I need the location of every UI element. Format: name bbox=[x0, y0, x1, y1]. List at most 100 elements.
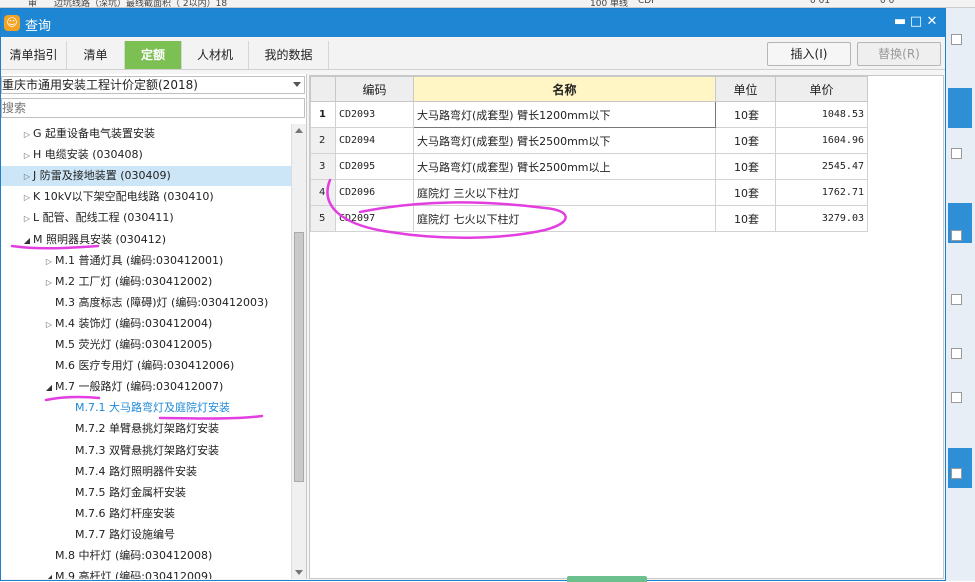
tree-node[interactable]: ▷ M.2 工厂灯 (编码:030412002) bbox=[43, 272, 212, 292]
quota-library-select[interactable]: 重庆市通用安装工程计价定额(2018) bbox=[1, 76, 305, 94]
unit-cell[interactable]: 10套 bbox=[715, 153, 776, 180]
collapsed-arrow-icon[interactable]: ▷ bbox=[43, 273, 55, 293]
tab-labor-material-machine[interactable]: 人材机 bbox=[182, 41, 249, 69]
collapsed-arrow-icon[interactable]: ▷ bbox=[21, 167, 33, 187]
insert-button[interactable]: 插入(I) bbox=[767, 42, 851, 66]
name-cell[interactable]: 大马路弯灯(成套型) 臂长1200mm以下 bbox=[413, 101, 716, 128]
tree-node-label: K 10kV以下架空配电线路 (030410) bbox=[33, 190, 214, 204]
unit-cell[interactable]: 10套 bbox=[715, 205, 776, 232]
column-header-price[interactable]: 单价 bbox=[775, 76, 868, 102]
tree-node[interactable]: M.7.2 单臂悬挑灯架路灯安装 bbox=[63, 419, 219, 439]
row-number[interactable]: 2 bbox=[310, 127, 336, 154]
row-number[interactable]: 5 bbox=[310, 205, 336, 232]
tree-node-label: M 照明器具安装 (030412) bbox=[33, 232, 167, 246]
replace-button[interactable]: 替换(R) bbox=[857, 42, 941, 66]
tree-node-label: M.8 中杆灯 (编码:030412008) bbox=[55, 549, 213, 562]
price-cell[interactable]: 1762.71 bbox=[775, 179, 868, 206]
name-cell[interactable]: 庭院灯 三火以下柱灯 bbox=[413, 179, 716, 206]
tree-node[interactable]: ◢ M.7 一般路灯 (编码:030412007) bbox=[43, 377, 223, 397]
tab-quota[interactable]: 定额 bbox=[125, 41, 182, 69]
tab-my-data[interactable]: 我的数据 bbox=[249, 41, 329, 69]
expanded-arrow-icon[interactable]: ◢ bbox=[43, 568, 55, 579]
tree-node[interactable]: ▷ M.1 普通灯具 (编码:030412001) bbox=[43, 251, 223, 271]
tree-node-label: M.5 荧光灯 (编码:030412005) bbox=[55, 338, 213, 351]
tab-list[interactable]: 清单 bbox=[67, 41, 125, 69]
tree-node[interactable]: ▷ J 防雷及接地装置 (030409) bbox=[1, 166, 291, 187]
tree-node[interactable]: M.8 中杆灯 (编码:030412008) bbox=[43, 546, 212, 566]
unit-cell[interactable]: 10套 bbox=[715, 101, 776, 128]
tree-node[interactable]: M.6 医疗专用灯 (编码:030412006) bbox=[43, 356, 234, 376]
tree-node[interactable]: ▷ L 配管、配线工程 (030411) bbox=[21, 208, 174, 228]
column-header-code[interactable]: 编码 bbox=[335, 76, 414, 102]
collapsed-arrow-icon[interactable]: ▷ bbox=[21, 188, 33, 208]
tree-node[interactable]: M.5 荧光灯 (编码:030412005) bbox=[43, 335, 212, 355]
tree-node[interactable]: M.7.6 路灯杆座安装 bbox=[63, 504, 175, 524]
collapsed-arrow-icon[interactable]: ▷ bbox=[21, 146, 33, 166]
tree-node-label: M.7.5 路灯金属杆安装 bbox=[75, 485, 186, 499]
tree-node[interactable]: ◢ M.9 高杆灯 (编码:030412009) bbox=[43, 567, 212, 579]
row-number[interactable]: 4 bbox=[310, 179, 336, 206]
scrollbar-thumb[interactable] bbox=[294, 232, 304, 482]
table-header-row: 编码 名称 单位 单价 bbox=[310, 76, 868, 102]
name-cell[interactable]: 庭院灯 七火以下柱灯 bbox=[413, 205, 716, 232]
code-cell[interactable]: CD2094 bbox=[335, 127, 414, 154]
splitter-handle[interactable] bbox=[567, 576, 647, 582]
tree-node[interactable]: M.3 高度标志 (障碍)灯 (编码:030412003) bbox=[43, 293, 268, 313]
tree-node[interactable]: ▷ K 10kV以下架空配电线路 (030410) bbox=[21, 187, 214, 207]
row-number[interactable]: 1 bbox=[310, 101, 336, 128]
price-cell[interactable]: 1048.53 bbox=[775, 101, 868, 128]
tree-node[interactable]: M.7.4 路灯照明器件安装 bbox=[63, 462, 197, 482]
code-cell[interactable]: CD2097 bbox=[335, 205, 414, 232]
scroll-up-icon[interactable] bbox=[295, 128, 303, 133]
name-cell[interactable]: 大马路弯灯(成套型) 臂长2500mm以下 bbox=[413, 127, 716, 154]
price-cell[interactable]: 3279.03 bbox=[775, 205, 868, 232]
tree-node[interactable]: ◢ M 照明器具安装 (030412) bbox=[21, 230, 166, 250]
collapsed-arrow-icon[interactable]: ▷ bbox=[43, 252, 55, 272]
search-input[interactable] bbox=[1, 98, 305, 118]
tree-node-label: M.3 高度标志 (障碍)灯 (编码:030412003) bbox=[55, 295, 269, 309]
code-cell[interactable]: CD2096 bbox=[335, 179, 414, 206]
tree-node[interactable]: M.7.3 双臂悬挑灯架路灯安装 bbox=[63, 441, 219, 461]
column-header-unit[interactable]: 单位 bbox=[715, 76, 776, 102]
tree-node-label: L 配管、配线工程 (030411) bbox=[33, 211, 174, 225]
unit-cell[interactable]: 10套 bbox=[715, 179, 776, 206]
price-cell[interactable]: 2545.47 bbox=[775, 153, 868, 180]
code-cell[interactable]: CD2093 bbox=[335, 101, 414, 128]
close-icon: ✕ bbox=[926, 14, 938, 29]
collapsed-arrow-icon[interactable]: ▷ bbox=[43, 315, 55, 335]
tree-node[interactable]: M.7.5 路灯金属杆安装 bbox=[63, 483, 186, 503]
background-panel-block bbox=[948, 88, 972, 128]
tree-node[interactable]: M.7.7 路灯设施编号 bbox=[63, 525, 175, 545]
price-cell[interactable]: 1604.96 bbox=[775, 127, 868, 154]
table-row[interactable]: 2 CD2094 大马路弯灯(成套型) 臂长2500mm以下 10套 1604.96 bbox=[310, 127, 868, 154]
tree-scrollbar[interactable] bbox=[291, 124, 306, 579]
close-button[interactable]: ✕ bbox=[921, 12, 943, 32]
expanded-arrow-icon[interactable]: ◢ bbox=[21, 231, 33, 251]
row-number[interactable]: 3 bbox=[310, 153, 336, 180]
expanded-arrow-icon[interactable]: ◢ bbox=[43, 378, 55, 398]
background-text: 0 01 bbox=[810, 0, 831, 6]
table-row[interactable]: 5 CD2097 庭院灯 七火以下柱灯 10套 3279.03 bbox=[310, 205, 868, 232]
tree-node[interactable]: ▷ M.4 装饰灯 (编码:030412004) bbox=[43, 314, 212, 334]
column-header-name[interactable]: 名称 bbox=[413, 76, 716, 102]
name-cell[interactable]: 大马路弯灯(成套型) 臂长2500mm以上 bbox=[413, 153, 716, 180]
collapsed-arrow-icon[interactable]: ▷ bbox=[21, 209, 33, 229]
tab-bar: 清单指引 清单 定额 人材机 我的数据 插入(I) 替换(R) bbox=[1, 38, 945, 70]
table-row[interactable]: 3 CD2095 大马路弯灯(成套型) 臂长2500mm以上 10套 2545.47 bbox=[310, 153, 868, 180]
table-row[interactable]: 1 CD2093 大马路弯灯(成套型) 臂长1200mm以下 10套 1048.53 bbox=[310, 101, 868, 128]
background-window-strip: 审 边坑线路（深坑）最线截面积（ 2以内）18 100 单线 CDI 0 01 0 0 bbox=[0, 0, 975, 8]
background-checkbox bbox=[951, 348, 962, 359]
unit-cell[interactable]: 10套 bbox=[715, 127, 776, 154]
background-checkbox bbox=[951, 148, 962, 159]
table-row[interactable]: 4 CD2096 庭院灯 三火以下柱灯 10套 1762.71 bbox=[310, 179, 868, 206]
tree-node[interactable]: ▷ H 电缆安装 (030408) bbox=[21, 145, 143, 165]
scroll-down-icon[interactable] bbox=[295, 570, 303, 575]
background-checkbox bbox=[951, 468, 962, 479]
background-checkbox bbox=[951, 34, 962, 45]
tree-node[interactable]: ▷ G 起重设备电气装置安装 bbox=[21, 124, 155, 144]
collapsed-arrow-icon[interactable]: ▷ bbox=[21, 125, 33, 145]
tab-list-guide[interactable]: 清单指引 bbox=[1, 41, 67, 69]
background-text: 审 bbox=[28, 0, 38, 8]
tree-node[interactable]: M.7.1 大马路弯灯及庭院灯安装 bbox=[63, 398, 230, 418]
code-cell[interactable]: CD2095 bbox=[335, 153, 414, 180]
